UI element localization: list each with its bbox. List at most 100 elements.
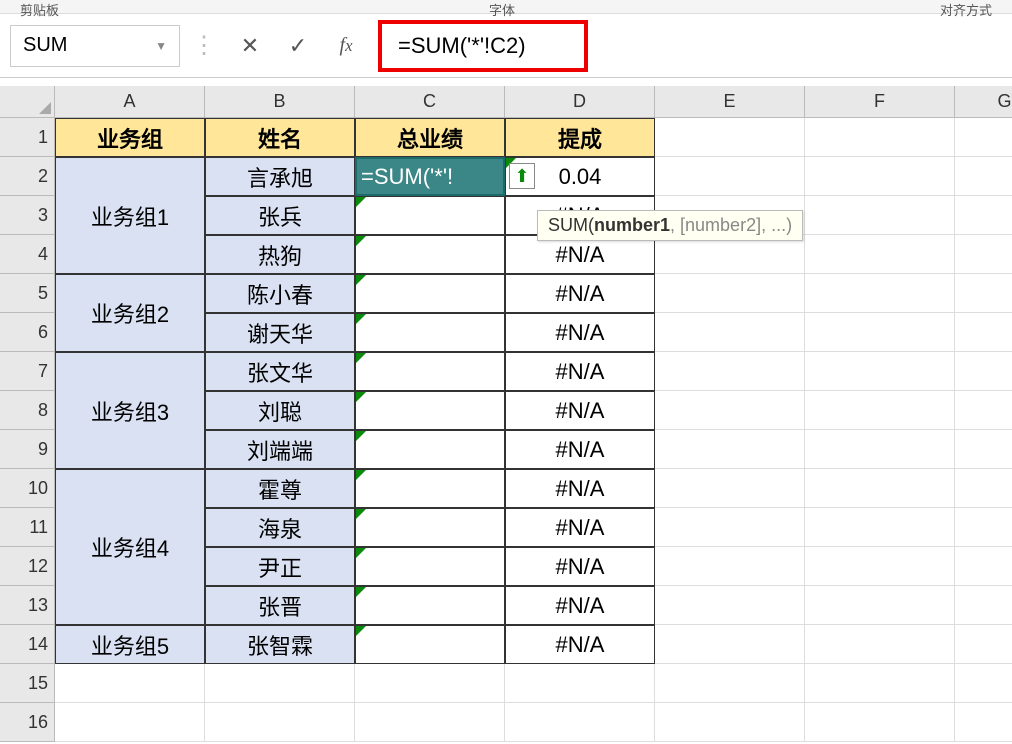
cell-D5[interactable]: #N/A bbox=[505, 274, 655, 313]
cell-blank[interactable] bbox=[655, 313, 805, 352]
name-r5[interactable]: 陈小春 bbox=[205, 274, 355, 313]
name-r8[interactable]: 刘聪 bbox=[205, 391, 355, 430]
group-业务组4[interactable]: 业务组4 bbox=[55, 469, 205, 625]
row-header-10[interactable]: 10 bbox=[0, 469, 55, 508]
cell-blank[interactable] bbox=[805, 352, 955, 391]
cell-blank[interactable] bbox=[205, 664, 355, 703]
cell-C3[interactable] bbox=[355, 196, 505, 235]
cell-C10[interactable] bbox=[355, 469, 505, 508]
cell-blank[interactable] bbox=[505, 703, 655, 742]
cell-blank[interactable] bbox=[805, 274, 955, 313]
cell-blank[interactable] bbox=[955, 235, 1012, 274]
cell-blank[interactable] bbox=[655, 157, 805, 196]
name-r3[interactable]: 张兵 bbox=[205, 196, 355, 235]
cell-blank[interactable] bbox=[805, 391, 955, 430]
name-r12[interactable]: 尹正 bbox=[205, 547, 355, 586]
cell-blank[interactable] bbox=[955, 118, 1012, 157]
cell-blank[interactable] bbox=[805, 469, 955, 508]
cell-blank[interactable] bbox=[955, 313, 1012, 352]
cell-C9[interactable] bbox=[355, 430, 505, 469]
cell-blank[interactable] bbox=[355, 664, 505, 703]
cell-D9[interactable]: #N/A bbox=[505, 430, 655, 469]
cell-blank[interactable] bbox=[955, 508, 1012, 547]
header-D[interactable]: 提成 bbox=[505, 118, 655, 157]
cell-blank[interactable] bbox=[655, 664, 805, 703]
row-header-15[interactable]: 15 bbox=[0, 664, 55, 703]
enter-button[interactable]: ✓ bbox=[276, 25, 320, 67]
cell-blank[interactable] bbox=[655, 508, 805, 547]
name-r4[interactable]: 热狗 bbox=[205, 235, 355, 274]
row-header-16[interactable]: 16 bbox=[0, 703, 55, 742]
cell-blank[interactable] bbox=[655, 274, 805, 313]
row-header-14[interactable]: 14 bbox=[0, 625, 55, 664]
cell-blank[interactable] bbox=[655, 547, 805, 586]
cell-C8[interactable] bbox=[355, 391, 505, 430]
cell-C14[interactable] bbox=[355, 625, 505, 664]
name-r7[interactable]: 张文华 bbox=[205, 352, 355, 391]
name-r2[interactable]: 言承旭 bbox=[205, 157, 355, 196]
cell-blank[interactable] bbox=[955, 664, 1012, 703]
cell-D10[interactable]: #N/A bbox=[505, 469, 655, 508]
row-header-4[interactable]: 4 bbox=[0, 235, 55, 274]
cell-blank[interactable] bbox=[355, 703, 505, 742]
cell-blank[interactable] bbox=[55, 664, 205, 703]
cell-C13[interactable] bbox=[355, 586, 505, 625]
group-业务组5[interactable]: 业务组5 bbox=[55, 625, 205, 664]
cell-C7[interactable] bbox=[355, 352, 505, 391]
cell-blank[interactable] bbox=[805, 703, 955, 742]
group-业务组2[interactable]: 业务组2 bbox=[55, 274, 205, 352]
row-header-3[interactable]: 3 bbox=[0, 196, 55, 235]
cell-blank[interactable] bbox=[955, 196, 1012, 235]
row-header-9[interactable]: 9 bbox=[0, 430, 55, 469]
row-header-2[interactable]: 2 bbox=[0, 157, 55, 196]
cell-blank[interactable] bbox=[805, 508, 955, 547]
name-r6[interactable]: 谢天华 bbox=[205, 313, 355, 352]
smart-tag-icon[interactable]: ⬆ bbox=[509, 163, 535, 189]
cell-D11[interactable]: #N/A bbox=[505, 508, 655, 547]
cell-blank[interactable] bbox=[805, 196, 955, 235]
row-header-8[interactable]: 8 bbox=[0, 391, 55, 430]
row-header-7[interactable]: 7 bbox=[0, 352, 55, 391]
cell-blank[interactable] bbox=[955, 352, 1012, 391]
cell-blank[interactable] bbox=[955, 625, 1012, 664]
cell-D14[interactable]: #N/A bbox=[505, 625, 655, 664]
cell-C2-edit[interactable]: =SUM('*'! bbox=[355, 157, 505, 196]
cell-blank[interactable] bbox=[805, 547, 955, 586]
header-A[interactable]: 业务组 bbox=[55, 118, 205, 157]
cell-blank[interactable] bbox=[955, 157, 1012, 196]
name-r10[interactable]: 霍尊 bbox=[205, 469, 355, 508]
cell-D6[interactable]: #N/A bbox=[505, 313, 655, 352]
group-业务组1[interactable]: 业务组1 bbox=[55, 157, 205, 274]
name-r9[interactable]: 刘端端 bbox=[205, 430, 355, 469]
cell-D13[interactable]: #N/A bbox=[505, 586, 655, 625]
row-header-1[interactable]: 1 bbox=[0, 118, 55, 157]
row-header-11[interactable]: 11 bbox=[0, 508, 55, 547]
cell-blank[interactable] bbox=[655, 391, 805, 430]
cell-C11[interactable] bbox=[355, 508, 505, 547]
cell-blank[interactable] bbox=[955, 391, 1012, 430]
cell-D8[interactable]: #N/A bbox=[505, 391, 655, 430]
header-C[interactable]: 总业绩 bbox=[355, 118, 505, 157]
row-header-6[interactable]: 6 bbox=[0, 313, 55, 352]
cell-blank[interactable] bbox=[805, 664, 955, 703]
cell-blank[interactable] bbox=[955, 469, 1012, 508]
cell-C5[interactable] bbox=[355, 274, 505, 313]
cell-blank[interactable] bbox=[55, 703, 205, 742]
name-r13[interactable]: 张晋 bbox=[205, 586, 355, 625]
cell-D7[interactable]: #N/A bbox=[505, 352, 655, 391]
row-header-13[interactable]: 13 bbox=[0, 586, 55, 625]
cell-blank[interactable] bbox=[955, 586, 1012, 625]
cell-blank[interactable] bbox=[955, 274, 1012, 313]
cell-blank[interactable] bbox=[805, 118, 955, 157]
name-box[interactable]: SUM ▼ bbox=[10, 25, 180, 67]
cell-blank[interactable] bbox=[805, 586, 955, 625]
col-header-C[interactable]: C bbox=[355, 86, 505, 118]
cell-blank[interactable] bbox=[655, 469, 805, 508]
cell-blank[interactable] bbox=[805, 157, 955, 196]
header-B[interactable]: 姓名 bbox=[205, 118, 355, 157]
row-header-5[interactable]: 5 bbox=[0, 274, 55, 313]
cell-blank[interactable] bbox=[955, 703, 1012, 742]
cell-C4[interactable] bbox=[355, 235, 505, 274]
cell-blank[interactable] bbox=[805, 430, 955, 469]
col-header-E[interactable]: E bbox=[655, 86, 805, 118]
